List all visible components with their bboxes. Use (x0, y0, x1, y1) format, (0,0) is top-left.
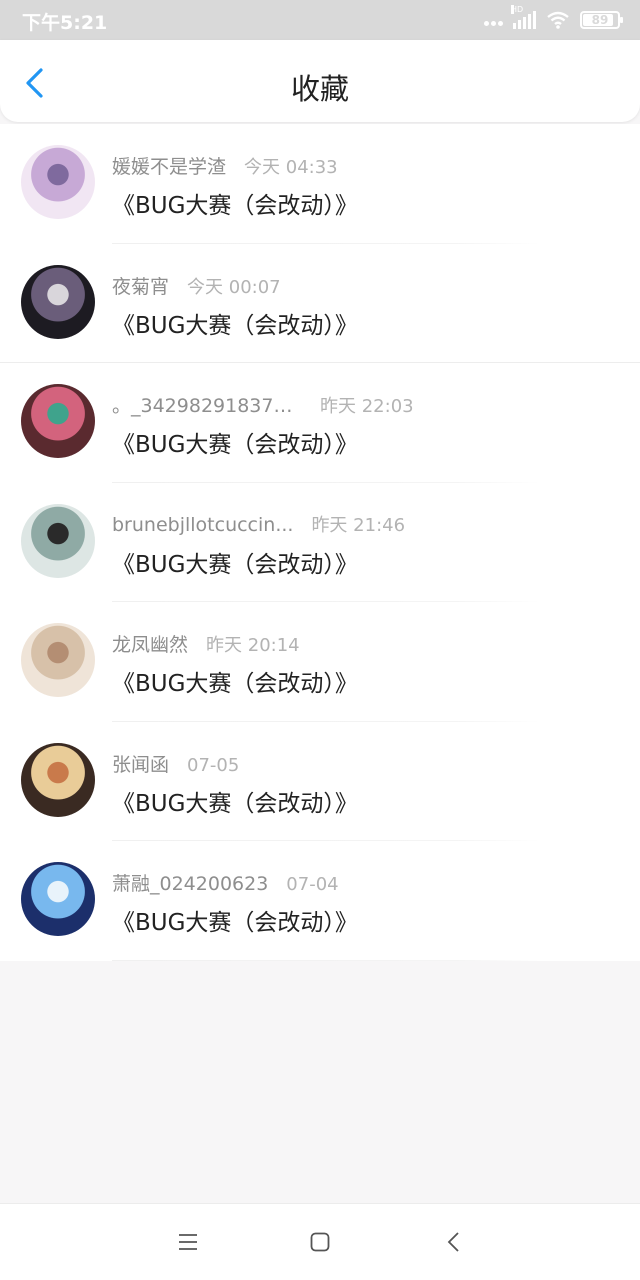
list-item[interactable]: 夜菊宵 今天 00:07 《BUG大赛（会改动）》 (0, 244, 640, 363)
post-title[interactable]: 《BUG大赛（会改动）》 (112, 784, 358, 818)
post-title[interactable]: 《BUG大赛（会改动）》 (112, 306, 358, 340)
timestamp: 07-04 (286, 874, 339, 895)
app-header: 收藏 (0, 40, 640, 122)
user-name[interactable]: 媛媛不是学渣 (112, 152, 226, 179)
post-title[interactable]: 《BUG大赛（会改动）》 (112, 425, 358, 459)
avatar[interactable] (21, 264, 95, 339)
status-bar: 下午5:21 HD 89 (0, 0, 640, 40)
user-name[interactable]: brunebjllotcuccin... (112, 514, 293, 536)
favorites-list: 媛媛不是学渣 今天 04:33 《BUG大赛（会改动）》 夜菊宵 今天 00:07 《BU… (0, 124, 640, 961)
timestamp: 昨天 20:14 (206, 635, 300, 656)
timestamp: 今天 00:07 (187, 276, 281, 298)
status-icons: HD 89 (482, 5, 623, 31)
post-title[interactable]: 《BUG大赛（会改动）》 (112, 664, 358, 698)
list-item[interactable]: 萧融_024200623 07-04 《BUG大赛（会改动）》 (0, 841, 640, 961)
battery-level: 89 (591, 13, 609, 27)
avatar[interactable] (21, 503, 95, 578)
divider (112, 959, 540, 961)
timestamp: 07-05 (187, 754, 240, 776)
user-name[interactable]: 萧融_024200623 (112, 869, 268, 896)
system-nav-bar (0, 1203, 640, 1280)
page-title: 收藏 (290, 72, 349, 106)
cell-signal-icon: HD (511, 5, 536, 29)
list-item[interactable]: 龙凤幽然 昨天 20:14 《BUG大赛（会改动）》 (0, 602, 640, 722)
post-title[interactable]: 《BUG大赛（会改动）》 (112, 186, 358, 220)
user-name[interactable]: 张闻函 (112, 750, 169, 777)
status-time: 下午5:21 (22, 12, 108, 34)
user-name[interactable]: 夜菊宵 (112, 272, 169, 299)
more-dots-icon (482, 11, 503, 30)
timestamp: 今天 04:33 (244, 157, 338, 178)
avatar[interactable] (21, 145, 95, 219)
timestamp: 昨天 21:46 (311, 514, 406, 536)
avatar[interactable] (21, 384, 95, 458)
list-item[interactable]: 。_342982918374... 昨天 22:03 《BUG大赛（会改动）》 (0, 363, 640, 483)
user-name[interactable]: 。_342982918374... (112, 391, 302, 418)
timestamp: 昨天 22:03 (320, 396, 414, 417)
list-item[interactable]: brunebjllotcuccin... 昨天 21:46 《BUG大赛（会改动）》 (0, 483, 640, 602)
post-title[interactable]: 《BUG大赛（会改动）》 (112, 545, 358, 579)
user-name[interactable]: 龙凤幽然 (112, 630, 188, 657)
wifi-icon (547, 11, 569, 29)
home-icon[interactable] (308, 1230, 332, 1254)
back-icon[interactable] (442, 1230, 466, 1254)
network-type-label: HD (511, 5, 524, 14)
avatar[interactable] (21, 862, 95, 936)
post-title[interactable]: 《BUG大赛（会改动）》 (112, 903, 358, 937)
list-item[interactable]: 媛媛不是学渣 今天 04:33 《BUG大赛（会改动）》 (0, 124, 640, 244)
avatar[interactable] (21, 623, 95, 697)
list-item[interactable]: 张闻函 07-05 《BUG大赛（会改动）》 (0, 722, 640, 841)
avatar[interactable] (21, 742, 95, 817)
battery-icon: 89 (580, 11, 623, 29)
menu-icon[interactable] (176, 1230, 200, 1254)
